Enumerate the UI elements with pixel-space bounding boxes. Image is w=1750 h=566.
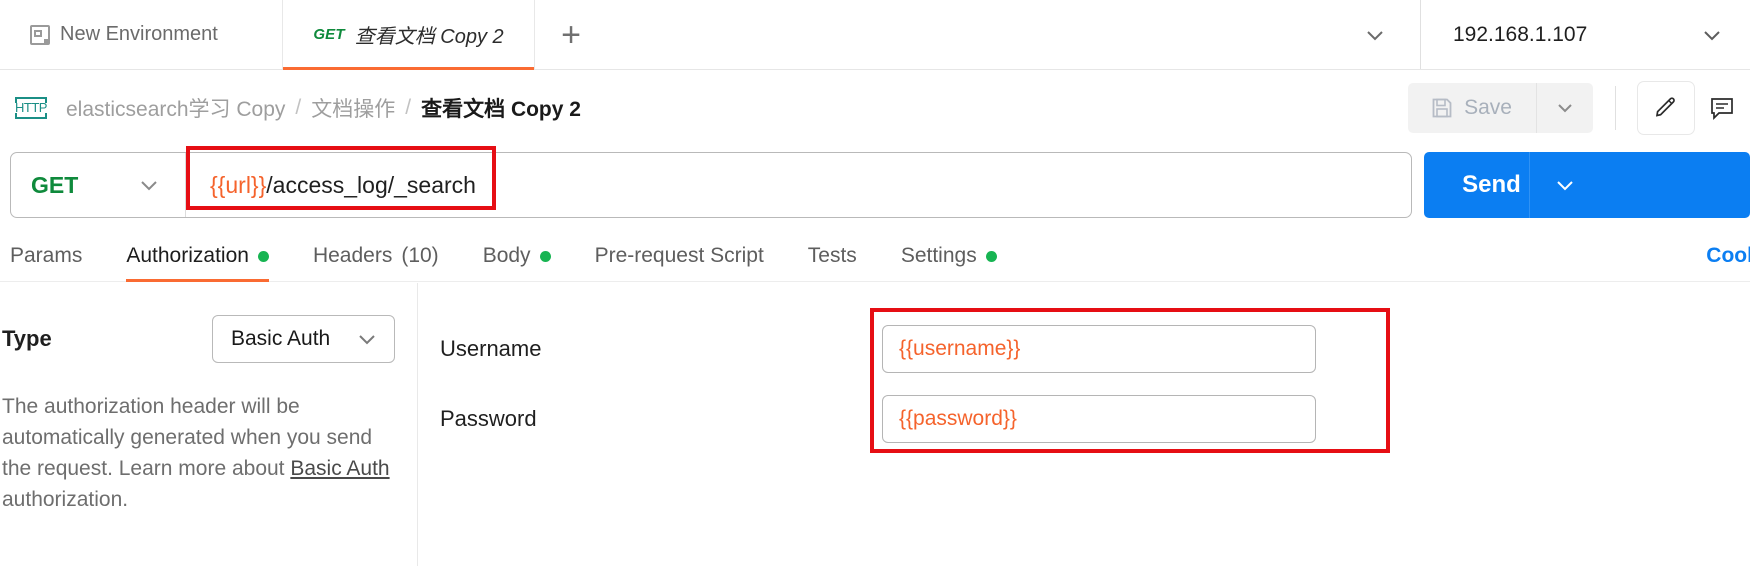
auth-credentials-panel: Username {{username}} Password {{passwor… [418, 283, 1750, 566]
tab-headers-count: (10) [401, 244, 439, 267]
tab-authorization[interactable]: Authorization [126, 244, 269, 282]
tab-headers-label: Headers [312, 244, 393, 267]
username-input[interactable]: {{username}} [882, 325, 1316, 373]
send-button[interactable]: Send [1424, 152, 1529, 218]
tab-settings-label: Settings [900, 244, 977, 267]
send-button-label: Send [1462, 171, 1521, 198]
save-button-group: Save [1408, 82, 1593, 133]
breadcrumb-row: HTTP elasticsearch学习 Copy / 文档操作 / 查看文档 … [0, 70, 1750, 145]
tab-request-method: GET [313, 26, 345, 43]
tab-body[interactable]: Body [483, 244, 551, 281]
tab-pre-request-script[interactable]: Pre-request Script [595, 244, 764, 281]
http-protocol-icon: HTTP [14, 93, 48, 123]
status-dot-icon [539, 250, 551, 262]
tab-tests-label: Tests [807, 244, 857, 267]
environment-icon [30, 24, 50, 45]
password-input[interactable]: {{password}} [882, 395, 1316, 443]
edit-request-button[interactable] [1638, 81, 1694, 134]
http-method-selector[interactable]: GET [11, 153, 186, 217]
auth-help-text-after: authorization. [2, 488, 129, 511]
username-label: Username [440, 336, 542, 361]
tab-request-name: 查看文档 Copy 2 [354, 26, 504, 48]
tab-authorization-label: Authorization [126, 244, 249, 267]
auth-type-value: Basic Auth [231, 327, 331, 350]
tab-settings[interactable]: Settings [901, 244, 997, 281]
breadcrumb-item-folder[interactable]: 文档操作 [311, 93, 395, 123]
tab-new-environment[interactable]: New Environment [0, 0, 283, 69]
chevron-down-icon [137, 173, 161, 197]
tab-bar: New Environment GET 查看文档 Copy 2 + 192.16… [0, 0, 1750, 70]
save-options-button[interactable] [1537, 83, 1593, 133]
chevron-down-icon [1362, 22, 1388, 48]
cookies-link[interactable]: Cookies [1706, 244, 1750, 281]
save-button-label: Save [1464, 95, 1512, 119]
send-options-button[interactable] [1529, 152, 1599, 218]
plus-icon: + [561, 15, 581, 54]
username-row: Username {{username}} [418, 283, 1750, 373]
chevron-down-icon [356, 328, 378, 350]
url-bar: GET {{url}}/access_log/_search [10, 152, 1412, 218]
breadcrumb-separator: / [405, 95, 412, 119]
tab-params[interactable]: Params [10, 244, 82, 281]
auth-help-text: The authorization header will be automat… [0, 391, 400, 515]
floppy-disk-icon [1430, 96, 1454, 120]
url-path: /access_log/_search [266, 171, 476, 198]
breadcrumb-item-collection[interactable]: elasticsearch学习 Copy [66, 93, 285, 123]
breadcrumb-separator: / [295, 95, 302, 119]
tab-params-label: Params [10, 244, 83, 267]
url-variable: {{url}} [210, 171, 267, 198]
tab-pre-request-script-label: Pre-request Script [594, 244, 764, 267]
auth-type-panel: Type Basic Auth The authorization header… [0, 283, 418, 566]
pencil-icon [1652, 94, 1680, 122]
tab-headers[interactable]: Headers (10) [313, 244, 439, 281]
environment-selector[interactable]: 192.168.1.107 [1420, 0, 1750, 69]
tab-tests[interactable]: Tests [808, 244, 857, 281]
new-tab-button[interactable]: + [535, 0, 607, 69]
save-button[interactable]: Save [1408, 82, 1537, 133]
comments-button[interactable] [1694, 82, 1750, 134]
authorization-pane: Type Basic Auth The authorization header… [0, 283, 1750, 566]
postman-request-window: New Environment GET 查看文档 Copy 2 + 192.16… [0, 0, 1750, 566]
http-badge-label: HTTP [15, 99, 47, 115]
auth-type-row: Type Basic Auth [0, 283, 417, 363]
password-row: Password {{password}} [418, 373, 1750, 443]
send-button-group: Send [1424, 152, 1750, 218]
tab-request-active[interactable]: GET 查看文档 Copy 2 [283, 0, 535, 70]
status-dot-icon [985, 250, 997, 262]
tab-new-environment-label: New Environment [60, 23, 218, 45]
tab-body-label: Body [482, 244, 531, 267]
url-row: GET {{url}}/access_log/_search Send [0, 146, 1750, 224]
request-tabs: Params Authorization Headers (10) Body P… [0, 232, 1750, 282]
auth-type-label: Type [2, 326, 52, 351]
tab-bar-spacer [607, 0, 1330, 69]
basic-auth-link[interactable]: Basic Auth [290, 457, 389, 480]
url-input[interactable]: {{url}}/access_log/_search [186, 153, 1411, 217]
http-method-value: GET [31, 171, 79, 198]
breadcrumb: elasticsearch学习 Copy / 文档操作 / 查看文档 Copy … [66, 93, 581, 123]
tab-list-dropdown-button[interactable] [1330, 0, 1420, 69]
page-title: 查看文档 Copy 2 [421, 97, 581, 121]
password-label: Password [440, 406, 537, 431]
toolbar-divider [1615, 85, 1616, 130]
chevron-down-icon [1554, 97, 1576, 119]
auth-type-select[interactable]: Basic Auth [212, 315, 395, 363]
status-dot-icon [257, 250, 269, 262]
chevron-down-icon [1700, 23, 1724, 47]
environment-selector-value: 192.168.1.107 [1453, 22, 1588, 46]
chevron-down-icon [1553, 173, 1577, 197]
comment-icon [1708, 94, 1736, 122]
